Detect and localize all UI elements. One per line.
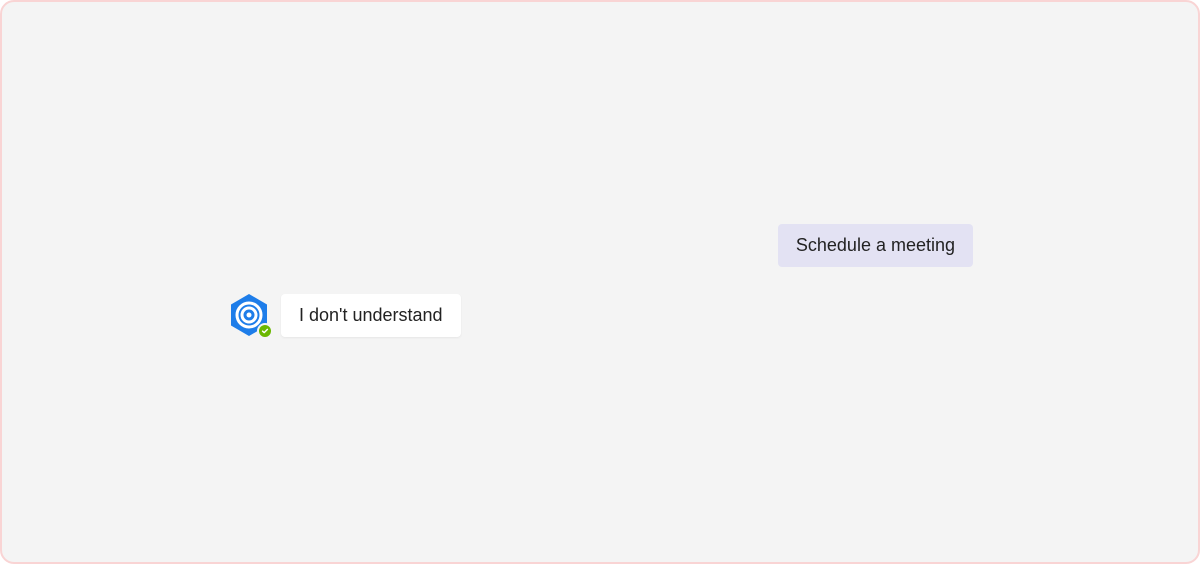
- presence-available-badge: [257, 323, 273, 339]
- user-message-row: Schedule a meeting: [778, 224, 973, 267]
- bot-avatar[interactable]: [227, 293, 271, 337]
- user-message-text: Schedule a meeting: [796, 235, 955, 255]
- chat-area: Schedule a meeting I don't understand: [227, 32, 973, 532]
- bot-message-text: I don't understand: [299, 305, 443, 325]
- checkmark-icon: [261, 327, 269, 335]
- bot-message-bubble[interactable]: I don't understand: [281, 294, 461, 337]
- chat-preview-frame: Schedule a meeting I don't understand: [0, 0, 1200, 564]
- bot-message-row: I don't understand: [227, 293, 461, 337]
- user-message-bubble[interactable]: Schedule a meeting: [778, 224, 973, 267]
